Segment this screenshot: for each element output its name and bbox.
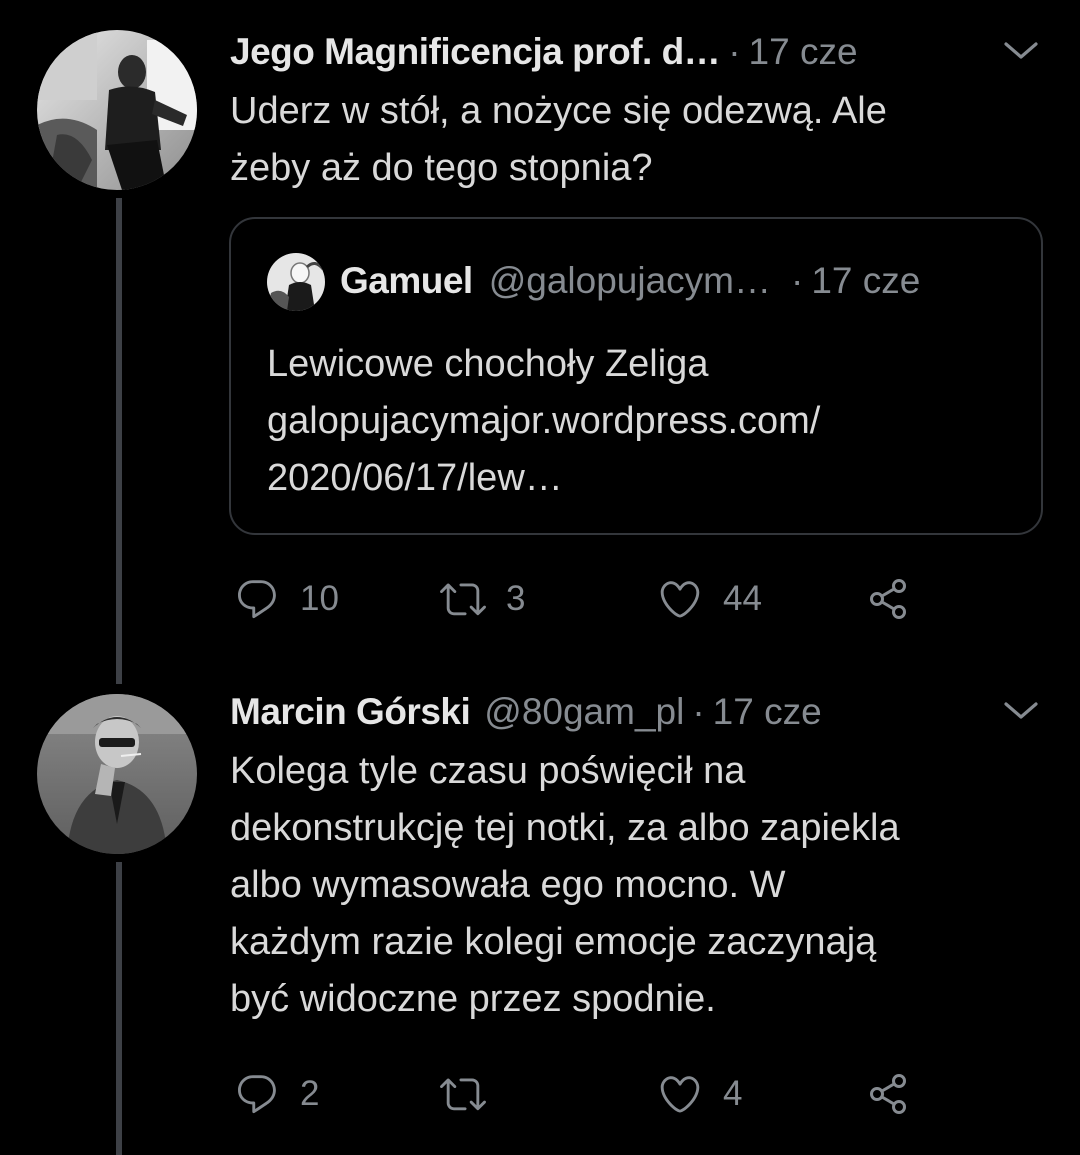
quoted-text-line: Lewicowe chochoły Zeliga [267,343,709,385]
timestamp[interactable]: 17 cze [713,691,822,733]
tweet-text-line: albo wymasowała ego mocno. W [230,864,786,906]
share-button[interactable] [866,574,912,624]
speech-bubble-icon [238,1075,276,1114]
reply-button[interactable]: 2 [234,1069,319,1119]
tweet-text: Kolega tyle czasu poświęcił na dekonstruk… [230,743,900,1028]
share-button[interactable] [866,1069,912,1119]
tweet-text-line: dekonstrukcję tej notki, za albo zapiekl… [230,807,900,849]
timestamp[interactable]: 17 cze [749,31,858,73]
retweet-count: 3 [506,579,526,618]
tweet-actions: 10 3 44 [230,574,1030,624]
thread-connector-line [116,198,122,684]
quoted-timestamp: 17 cze [811,260,921,301]
speech-bubble-icon [238,580,276,619]
author-name[interactable]: Jego Magnificencja prof. d… [230,31,721,73]
tweet-header: Marcin Górski @80gam_pl · 17 cze [230,686,822,738]
like-button[interactable]: 4 [657,1069,742,1119]
quoted-handle: @galopujacym… [488,260,772,301]
tweet-text-line: Uderz w stół, a nożyce się odezwą. Ale [230,90,887,132]
header-separator: · [791,260,804,301]
thread-connector-line [116,862,122,1155]
reply-button[interactable]: 10 [234,574,339,624]
retweet-arrows-icon [440,583,486,616]
quoted-author-name: Gamuel [340,260,473,301]
quoted-avatar [267,253,325,311]
heart-outline-icon [660,581,700,618]
like-button[interactable]: 44 [657,574,762,624]
header-separator: · [728,31,741,72]
quoted-tweet-header: Gamuel @galopujacym… · 17 cze [340,255,920,307]
retweet-button[interactable] [440,1069,506,1119]
like-count: 4 [723,1074,743,1113]
share-nodes-icon [870,1074,906,1114]
avatar[interactable] [37,694,197,854]
avatar[interactable] [37,30,197,190]
tweet-text-line: żeby aż do tego stopnia? [230,147,653,189]
author-handle[interactable]: @80gam_pl [484,691,684,733]
like-count: 44 [723,579,762,618]
retweet-button[interactable]: 3 [440,574,525,624]
quoted-link-text[interactable]: 2020/06/17/lew… [267,450,820,507]
quoted-tweet-card[interactable]: Gamuel @galopujacym… · 17 cze Lewicowe c… [229,217,1043,535]
tweet-text-line: każdym razie kolegi emocje zaczynają [230,921,877,963]
tweet-header: Jego Magnificencja prof. d… · 17 cze [230,26,858,78]
quoted-tweet-text: Lewicowe chochoły Zeliga galopujacymajor… [267,336,820,507]
header-separator: · [692,691,705,732]
tweet-actions: 2 4 [230,1069,1030,1119]
chevron-down-icon[interactable] [1001,38,1041,64]
retweet-arrows-icon [440,1078,486,1111]
reply-count: 2 [300,1074,320,1113]
chevron-down-icon[interactable] [1001,698,1041,724]
author-name[interactable]: Marcin Górski [230,691,471,733]
tweet-text-line: Kolega tyle czasu poświęcił na [230,750,746,792]
tweet-text: Uderz w stół, a nożyce się odezwą. Ale że… [230,83,887,197]
tweet-text-line: być widoczne przez spodnie. [230,978,716,1020]
quoted-link-text[interactable]: galopujacymajor.wordpress.com/ [267,393,820,450]
share-nodes-icon [870,579,906,619]
reply-count: 10 [300,579,339,618]
heart-outline-icon [660,1076,700,1113]
